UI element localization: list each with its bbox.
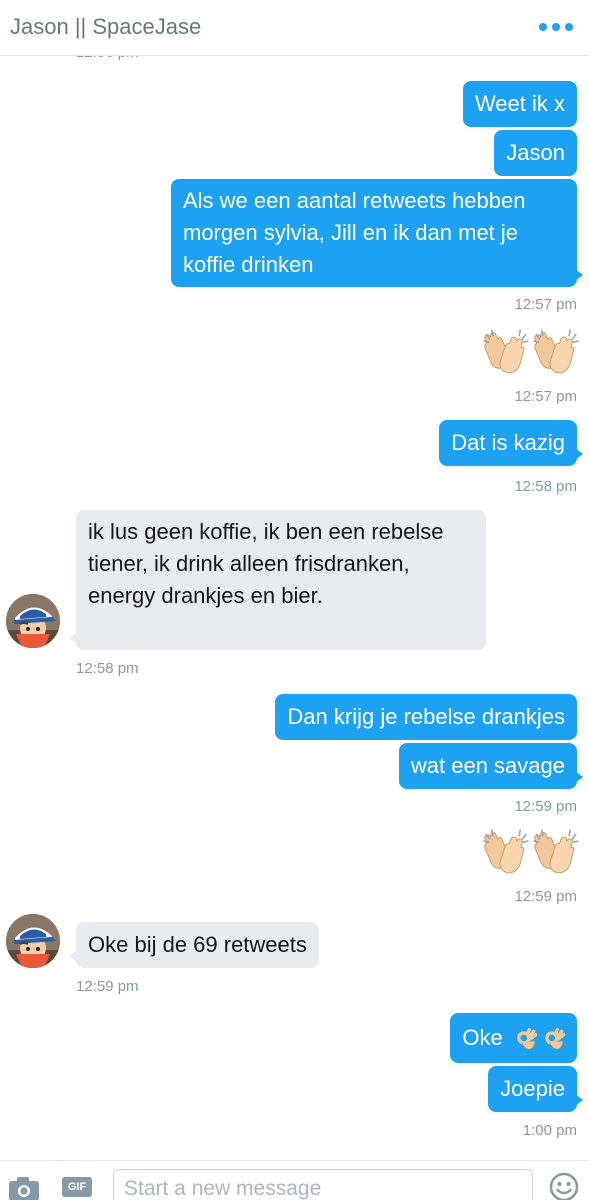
message-timestamp: 12:58 pm (76, 660, 139, 677)
dot-icon (565, 23, 573, 31)
emoji-message[interactable] (483, 328, 579, 374)
clapping-hands-icon (533, 829, 579, 874)
dot-icon (552, 23, 560, 31)
message-text: Oke bij de 69 retweets (88, 932, 307, 957)
message-text: Als we een aantal retweets hebben morgen… (183, 188, 526, 277)
message-timestamp: 12:59 pm (76, 978, 139, 995)
camera-icon[interactable] (8, 1175, 42, 1200)
dot-icon (539, 23, 547, 31)
emoji-message[interactable] (483, 828, 579, 874)
user-avatar-icon (6, 914, 60, 968)
message-timestamp: 12:59 pm (514, 798, 577, 815)
message-bubble-outgoing[interactable]: Dat is kazig (439, 420, 583, 466)
message-text: Dat is kazig (451, 430, 565, 455)
message-text: ik lus geen koffie, ik ben een rebelse t… (88, 519, 444, 608)
conversation-header: Jason || SpaceJase (0, 0, 589, 56)
message-timestamp: 12:58 pm (514, 478, 577, 495)
message-bubble-outgoing[interactable]: Dan krijg je rebelse drankjes (275, 694, 577, 740)
ok-hand-icon (545, 1028, 565, 1051)
message-timestamp: 12:57 pm (514, 296, 577, 313)
gif-label: GIF (67, 1181, 87, 1193)
message-timestamp: 1:00 pm (522, 1122, 577, 1139)
ok-hand-icon (517, 1028, 537, 1051)
clapping-hands-icon (483, 329, 529, 374)
message-bubble-incoming[interactable]: ik lus geen koffie, ik ben een rebelse t… (69, 510, 486, 650)
message-bubble-outgoing[interactable]: wat een savage (398, 743, 584, 789)
message-text: wat een savage (410, 753, 565, 778)
message-bubble-incoming[interactable]: Oke bij de 69 retweets (69, 922, 319, 968)
message-bubble-outgoing[interactable]: Jason (494, 130, 577, 176)
message-bubble-outgoing[interactable]: Oke (450, 1013, 577, 1063)
avatar[interactable] (6, 914, 60, 968)
message-bubble-outgoing[interactable]: Als we een aantal retweets hebben morgen… (171, 179, 583, 287)
message-bubble-outgoing[interactable]: Weet ik x (462, 81, 577, 127)
clapping-hands-icon (483, 829, 529, 874)
message-bubble-outgoing[interactable]: Joepie (488, 1066, 583, 1112)
message-timestamp: 12:57 pm (514, 388, 577, 405)
message-text: Oke (462, 1025, 503, 1050)
avatar[interactable] (6, 594, 60, 648)
conversation-title[interactable]: Jason || SpaceJase (10, 14, 201, 40)
more-options-button[interactable] (539, 18, 573, 36)
message-composer: GIF (0, 1160, 589, 1200)
message-text: Joepie (500, 1076, 565, 1101)
user-avatar-icon (6, 594, 60, 648)
message-timestamp: 12:59 pm (514, 888, 577, 905)
message-text: Dan krijg je rebelse drankjes (287, 704, 565, 729)
message-text: Weet ik x (474, 91, 565, 116)
message-input[interactable] (113, 1169, 533, 1200)
smiley-icon[interactable] (548, 1171, 580, 1200)
clapping-hands-icon (533, 329, 579, 374)
gif-button[interactable]: GIF (62, 1177, 92, 1197)
message-text: Jason (506, 140, 565, 165)
